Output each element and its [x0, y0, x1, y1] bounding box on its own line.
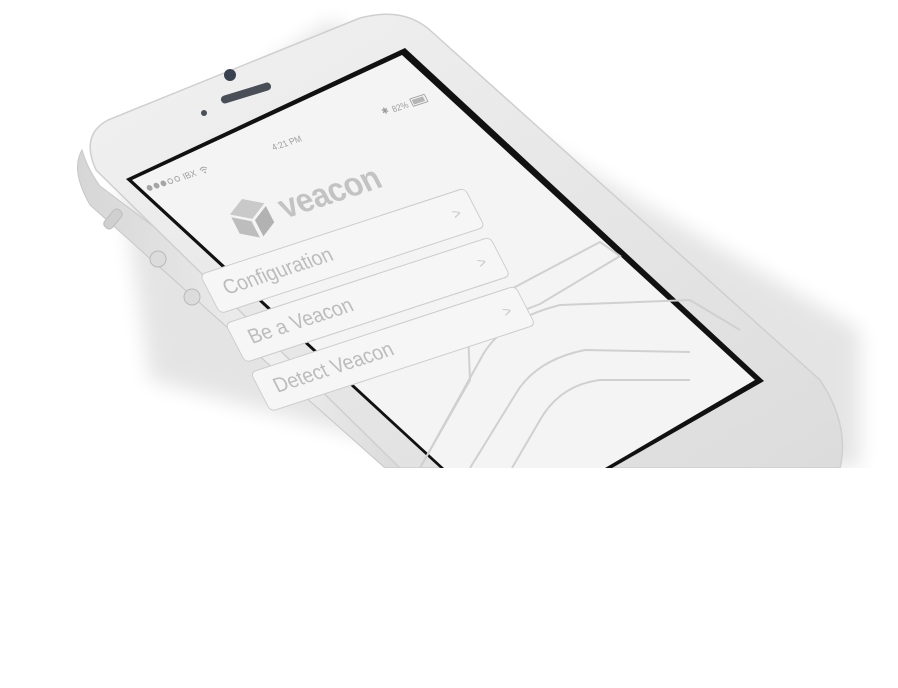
chevron-right-icon: > — [499, 302, 515, 321]
proximity-sensor — [201, 110, 207, 116]
menu-item-label: Be a Veacon — [243, 293, 358, 349]
volume-up-button — [149, 250, 167, 268]
chevron-right-icon: > — [448, 204, 465, 223]
battery-percent: 82% — [389, 99, 410, 114]
app-name: veacon — [271, 158, 388, 226]
front-camera — [224, 69, 236, 81]
cube-logo-icon — [229, 198, 275, 238]
chevron-right-icon: > — [474, 253, 490, 272]
battery-icon — [408, 93, 429, 107]
